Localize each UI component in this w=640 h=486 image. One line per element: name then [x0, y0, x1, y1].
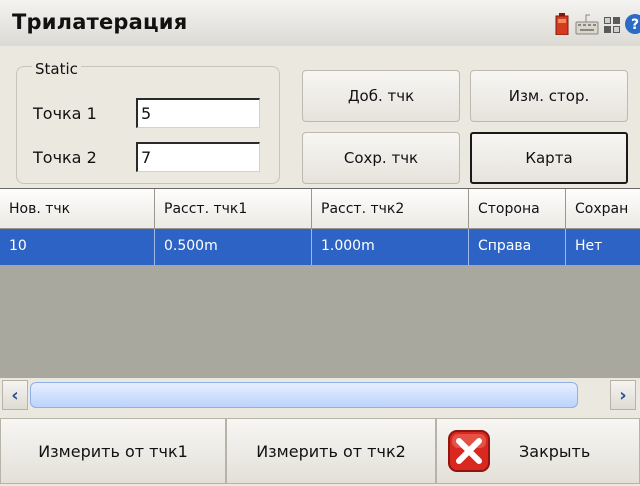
settings-panel: Static Точка 1 Точка 2 Доб. тчк Изм. сто… [0, 46, 640, 188]
column-header-saved[interactable]: Сохран [566, 189, 640, 229]
bottom-toolbar: Измерить от тчк1 Измерить от тчк2 Закрыт… [0, 416, 640, 486]
column-header-distance2[interactable]: Расст. тчк2 [312, 189, 469, 229]
measure-from-point2-button[interactable]: Измерить от тчк2 [226, 418, 436, 484]
static-group-label: Static [32, 60, 81, 78]
column-header-new-point[interactable]: Нов. тчк [0, 189, 155, 229]
measure-from-point1-button[interactable]: Измерить от тчк1 [0, 418, 226, 484]
table-row-cell-saved[interactable]: Нет [566, 229, 640, 265]
help-icon[interactable]: ? [625, 13, 640, 35]
table-row-cell-side[interactable]: Справа [469, 229, 566, 265]
battery-icon[interactable] [555, 13, 569, 35]
window-title: Трилатерация [12, 10, 188, 34]
scroll-left-icon[interactable]: ‹ [2, 380, 28, 410]
column-header-side[interactable]: Сторона [469, 189, 566, 229]
close-button-label: Закрыть [519, 441, 591, 461]
keyboard-icon[interactable] [575, 13, 599, 35]
column-header-distance1[interactable]: Расст. тчк1 [155, 189, 312, 229]
horizontal-scrollbar[interactable]: ‹ › [0, 378, 640, 416]
apps-icon[interactable] [603, 13, 621, 35]
change-side-button[interactable]: Изм. стор. [470, 70, 628, 122]
save-point-button[interactable]: Сохр. тчк [302, 132, 460, 184]
scroll-thumb[interactable] [30, 382, 578, 408]
close-x-icon [448, 430, 490, 472]
table-row-cell-new-point[interactable]: 10 [0, 229, 155, 265]
point2-label: Точка 2 [33, 148, 97, 167]
title-bar: Трилатерация ? [0, 0, 640, 47]
point1-label: Точка 1 [33, 104, 97, 123]
table-row-cell-distance1[interactable]: 0.500m [155, 229, 312, 265]
point1-input[interactable] [136, 98, 260, 128]
svg-text:?: ? [631, 17, 639, 33]
map-button[interactable]: Карта [470, 132, 628, 184]
table-row-cell-distance2[interactable]: 1.000m [312, 229, 469, 265]
scroll-right-icon[interactable]: › [610, 380, 636, 410]
close-button[interactable]: Закрыть [436, 418, 640, 484]
point2-input[interactable] [136, 142, 260, 172]
add-point-button[interactable]: Доб. тчк [302, 70, 460, 122]
